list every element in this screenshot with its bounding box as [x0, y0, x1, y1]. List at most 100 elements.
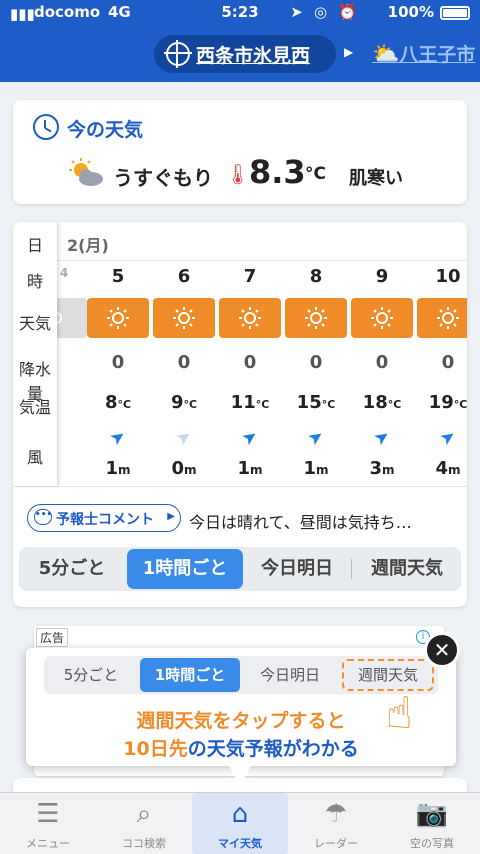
divider: [13, 486, 467, 487]
rain-value: 0: [243, 352, 257, 373]
weather-cell-sunny: [351, 298, 413, 338]
forecast-hour: 7: [243, 266, 257, 287]
wind-value: 3m: [351, 458, 413, 479]
tooltip-tail: [228, 764, 252, 786]
tab-today-tomorrow[interactable]: 今日明日: [245, 547, 349, 591]
wind-number: 3: [369, 458, 382, 479]
wind-direction-icon: ➤: [435, 424, 461, 451]
forecast-mode-switch: 5分ごと 1時間ごと 今日明日 週間天気: [19, 547, 461, 591]
temp-value: 9°C: [153, 392, 215, 413]
tooltip-seg-5min: 5分ごと: [63, 666, 119, 684]
tab-search[interactable]: ⌕ ココ検索: [96, 793, 192, 854]
tooltip-seg-hourly: 1時間ごと: [140, 658, 240, 692]
temp-value: 11°C: [219, 392, 281, 413]
tab-label: 空の写真: [410, 837, 454, 850]
current-weather-card: 今の天気 うすぐもり 🌡 8.3 °C 肌寒い: [13, 100, 467, 204]
row-label-weather: 天気: [18, 314, 51, 333]
wind-number: 1: [237, 458, 250, 479]
location-target-icon: [164, 40, 192, 68]
comment-button-label: 予報士コメント: [56, 512, 154, 528]
forecast-hour: 6: [177, 266, 191, 287]
tooltip-message-2-rest: の天気予報がわかる: [187, 738, 359, 760]
next-location-name: 八王子市: [399, 44, 476, 66]
wind-value: 1m: [219, 458, 281, 479]
tab-sky-photos[interactable]: 📷 空の写真: [384, 793, 480, 854]
temp-unit: °C: [117, 398, 132, 411]
sun-icon: [239, 307, 261, 329]
tab-label: レーダー: [314, 837, 358, 850]
search-icon: ⌕: [136, 799, 152, 829]
temp-number: 11: [230, 392, 256, 413]
wind-direction-icon: ➤: [171, 424, 197, 451]
wind-number: 1: [303, 458, 316, 479]
temp-unit: °C: [453, 398, 467, 411]
rain-value: 0: [441, 352, 455, 373]
wind-unit: m: [316, 463, 329, 477]
tab-weekly[interactable]: 週間天気: [353, 547, 461, 591]
status-icons: ➤ ◎ ⏰: [290, 3, 360, 21]
next-location-tab[interactable]: ⛅八王子市: [372, 40, 475, 67]
rain-value: 0: [177, 352, 191, 373]
current-location-button[interactable]: 西条市氷見西: [154, 35, 336, 73]
tooltip-segment-illustration: 5分ごと 1時間ごと 今日明日 週間天気: [44, 656, 438, 694]
tab-my-weather[interactable]: ⌂ マイ天気: [192, 793, 288, 854]
wind-value: 4m: [417, 458, 467, 479]
wind-number: 1: [105, 458, 118, 479]
rain-value: 0: [309, 352, 323, 373]
thermometer-icon: 🌡: [225, 162, 251, 186]
temp-unit: °C: [255, 398, 270, 411]
forecaster-comment-button[interactable]: ••• 予報士コメント ▶: [27, 504, 181, 532]
tab-label: ココ検索: [122, 837, 166, 850]
menu-icon: ☰: [36, 799, 60, 829]
divider: [13, 260, 467, 261]
forecast-hour: 5: [111, 266, 125, 287]
wind-number: 0: [171, 458, 184, 479]
weekly-weather-tooltip[interactable]: 5分ごと 1時間ごと 今日明日 週間天気 ☝ 週間天気をタップすると 10日先の…: [26, 648, 456, 766]
weather-cell-sunny: [285, 298, 347, 338]
app-header: ▮▮▮ docomo 4G 5:23 ➤ ◎ ⏰ 100% 西条市氷見西 ▶ ⛅…: [0, 0, 480, 82]
condition-text: うすぐもり: [113, 166, 213, 190]
sun-icon: [305, 307, 327, 329]
sun-cloud-icon: ⛅: [372, 42, 400, 67]
temp-number: 8: [104, 392, 118, 413]
wind-direction-icon: ➤: [369, 424, 395, 451]
current-temp: 8.3: [249, 153, 306, 191]
battery-percent: 100%: [387, 3, 434, 21]
weather-cell-sunny: [153, 298, 215, 338]
temp-number: 19: [428, 392, 454, 413]
forecast-hour: 8: [309, 266, 323, 287]
rain-value: 0: [375, 352, 389, 373]
forecast-date: 2(月): [67, 236, 109, 255]
tab-hourly[interactable]: 1時間ごと: [127, 549, 243, 589]
ad-label: 広告: [36, 628, 69, 647]
tab-label: メニュー: [26, 837, 70, 850]
forecast-hour: 9: [375, 266, 389, 287]
tab-radar[interactable]: ☂ レーダー: [288, 793, 384, 854]
temp-value: 19°C: [417, 392, 467, 413]
wind-direction-icon: ➤: [303, 424, 329, 451]
forecaster-comment-text[interactable]: 今日は晴れて、昼間は気持ち…: [189, 509, 412, 533]
chevron-right-icon: ▶: [167, 511, 175, 522]
sun-icon: [371, 307, 393, 329]
umbrella-icon: ☂: [324, 799, 348, 829]
tab-menu[interactable]: ☰ メニュー: [0, 793, 96, 854]
forecast-row-labels: 日 時 天気 降水量 気温 風: [13, 222, 57, 486]
wind-number: 4: [435, 458, 448, 479]
wind-direction-icon: ➤: [237, 424, 263, 451]
temp-unit: °C: [387, 398, 402, 411]
close-icon[interactable]: ✕: [424, 632, 460, 668]
wind-unit: m: [250, 463, 263, 477]
weather-cell-sunny: [219, 298, 281, 338]
row-label-hour: 時: [26, 272, 43, 291]
tab-label: マイ天気: [218, 837, 262, 850]
sun-icon: [437, 307, 459, 329]
wind-value: 1m: [285, 458, 347, 479]
tab-5min[interactable]: 5分ごと: [19, 547, 125, 591]
cloudy-sun-icon: [69, 158, 103, 186]
tooltip-highlight: 10日先: [123, 738, 188, 760]
row-label-day: 日: [26, 236, 43, 255]
temp-number: 15: [296, 392, 322, 413]
chevron-right-icon: ▶: [344, 45, 354, 59]
tooltip-seg-weekly: 週間天気: [342, 659, 434, 691]
weather-cell-sunny: [417, 298, 467, 338]
